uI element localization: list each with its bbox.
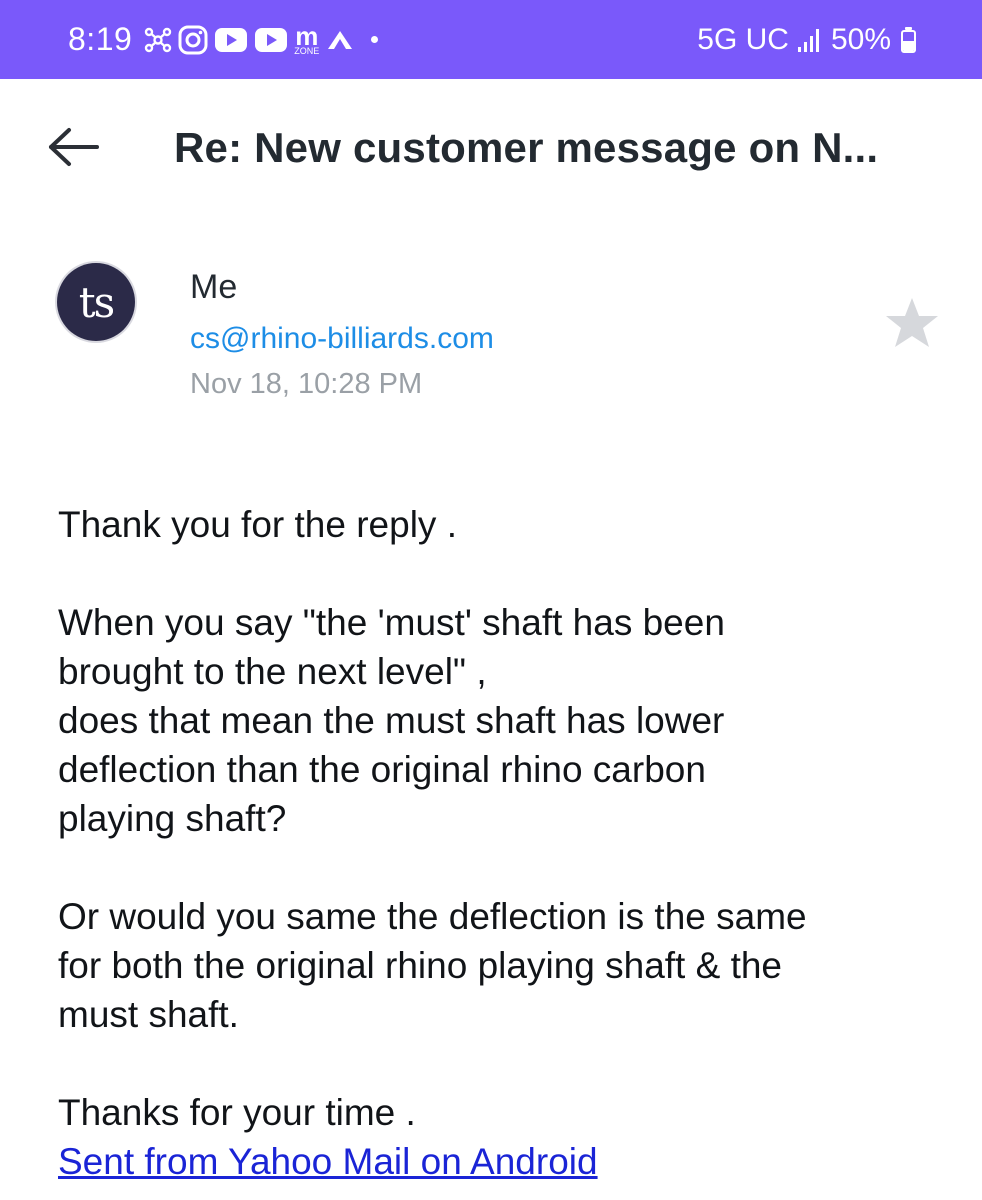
instagram-icon [178,25,208,55]
status-time: 8:19 [68,21,133,57]
sender-info: ts Me cs@rhino-billiards.com Nov 18, 10:… [0,240,982,430]
sender-email[interactable]: cs@rhino-billiards.com [190,322,494,356]
body-paragraph: Thank you for the reply . [58,504,457,545]
network-type: 5G UC [697,22,789,56]
network-hub-icon [144,26,172,54]
message-body: Thank you for the reply . When you say "… [58,500,958,1186]
body-paragraph: Thanks for your time . [58,1092,416,1133]
battery-percent: 50% [830,22,891,56]
mzone-sub-label: ZONE [294,46,320,56]
drive-icon [325,27,355,53]
arrow-left-icon [47,127,101,172]
signal-icon [797,27,823,53]
back-button[interactable] [44,124,104,174]
body-paragraph: Or would you same the deflection is the … [58,896,807,1035]
body-paragraph: When you say "the 'must' shaft has been … [58,602,725,839]
status-bar: 8:19 m ZONE 5G UC 50% [0,0,982,79]
star-button[interactable] [884,296,940,350]
youtube-icon [214,27,248,53]
avatar[interactable]: ts [57,263,135,341]
dot-icon [371,36,379,43]
signature-link[interactable]: Sent from Yahoo Mail on Android [58,1141,598,1182]
sender-date: Nov 18, 10:28 PM [190,368,423,400]
message-subject: Re: New customer message on N... [174,124,879,171]
status-right: 5G UC 50% [697,0,916,79]
star-icon [884,298,940,354]
message-header: Re: New customer message on N... [0,80,982,220]
mzone-icon: m ZONE [294,23,319,56]
battery-icon [901,26,916,53]
youtube-icon [254,27,288,53]
battery-fill [903,41,914,51]
status-left: 8:19 m ZONE [68,0,379,79]
notification-icons: m ZONE [144,23,379,56]
sender-name: Me [190,268,238,306]
